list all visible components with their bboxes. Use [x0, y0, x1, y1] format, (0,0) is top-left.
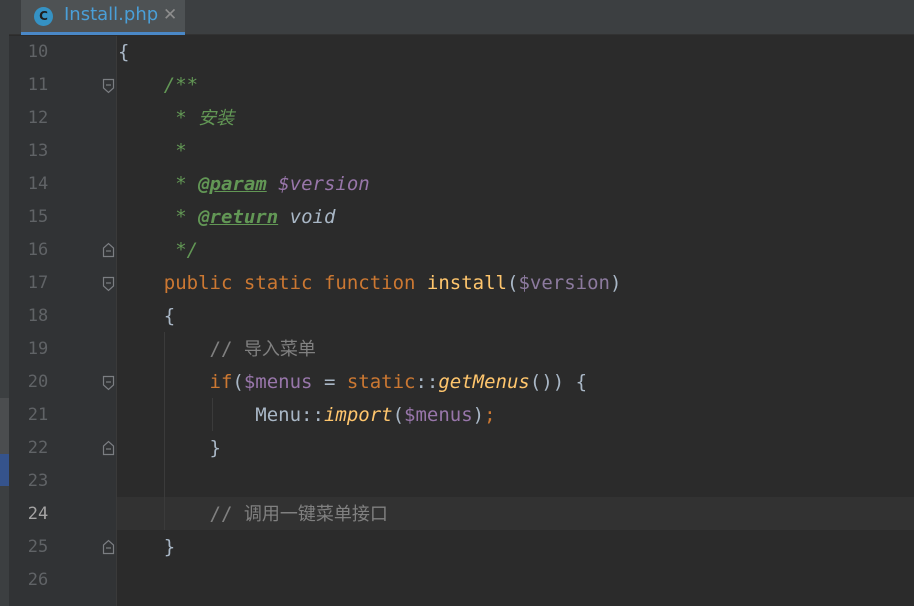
- variable-menus: $menus: [404, 404, 473, 426]
- line-number: 15: [27, 207, 49, 227]
- doc-comment-open: /**: [163, 74, 199, 96]
- code-line-19[interactable]: // 导入菜单: [118, 333, 316, 366]
- editor-tab-bar: C Install.php ✕: [9, 0, 914, 35]
- line-number: 14: [27, 174, 49, 194]
- doc-tag-return: @return: [198, 206, 279, 228]
- fold-end-icon[interactable]: [102, 539, 115, 555]
- php-class-file-icon: C: [34, 7, 53, 26]
- keyword-function: function: [323, 272, 416, 294]
- doc-star: *: [175, 206, 199, 228]
- left-tool-strip: [0, 0, 9, 606]
- tool-strip-marker: [0, 398, 9, 454]
- doc-comment-close: */: [175, 239, 199, 261]
- line-comment-marker: //: [209, 503, 244, 525]
- line-number: 26: [27, 570, 49, 590]
- keyword-if: if: [209, 371, 233, 393]
- doc-star: *: [175, 107, 199, 129]
- paren-open: (: [392, 404, 405, 426]
- paren-close: ): [609, 272, 622, 294]
- code-line-10[interactable]: {: [118, 36, 129, 69]
- code-line-21[interactable]: Menu::import($menus);: [118, 399, 496, 432]
- line-comment-text: 调用一键菜单接口: [243, 504, 388, 525]
- keyword-public: public: [163, 272, 233, 294]
- line-number: 22: [27, 438, 49, 458]
- paren-open: (: [232, 371, 244, 393]
- method-call: import: [323, 404, 393, 426]
- keyword-static: static: [346, 371, 416, 393]
- code-line-20[interactable]: if($menus = static::getMenus()) {: [118, 366, 588, 399]
- brace: {: [118, 41, 130, 63]
- class-name: Menu: [255, 404, 302, 426]
- variable-menus: $menus: [243, 371, 313, 393]
- code-line-11[interactable]: /**: [118, 69, 198, 102]
- assign-operator: =: [312, 371, 347, 393]
- line-number: 16: [27, 240, 49, 260]
- doc-tag-param: @param: [198, 173, 267, 195]
- doc-comment-text: 安装: [198, 108, 235, 129]
- code-line-14[interactable]: * @param $version: [118, 168, 370, 201]
- fold-end-icon[interactable]: [102, 440, 115, 456]
- code-line-15[interactable]: * @return void: [118, 201, 335, 234]
- code-line-22[interactable]: }: [118, 432, 221, 465]
- line-number: 23: [27, 471, 49, 491]
- line-number: 21: [27, 405, 49, 425]
- doc-star: *: [175, 140, 187, 162]
- line-number: 19: [27, 339, 49, 359]
- close-icon[interactable]: ✕: [163, 4, 177, 26]
- code-line-12[interactable]: * 安装: [118, 102, 234, 135]
- line-number: 25: [27, 537, 49, 557]
- parameter-variable: $version: [518, 272, 610, 294]
- fold-start-icon[interactable]: [102, 375, 115, 391]
- line-number: 11: [27, 75, 49, 95]
- line-number: 17: [27, 273, 49, 293]
- fold-start-icon[interactable]: [102, 78, 115, 94]
- function-name: install: [426, 272, 507, 294]
- code-line-24[interactable]: // 调用一键菜单接口: [118, 498, 388, 531]
- brace: {: [163, 305, 176, 327]
- semicolon: ;: [484, 404, 496, 426]
- tab-install-php[interactable]: C Install.php ✕: [21, 0, 185, 35]
- brace: }: [163, 536, 176, 558]
- scope-operator: ::: [301, 404, 324, 426]
- code-line-18[interactable]: {: [118, 300, 175, 333]
- line-number: 20: [27, 372, 49, 392]
- code-line-16[interactable]: */: [118, 234, 198, 267]
- fold-end-icon[interactable]: [102, 242, 115, 258]
- keyword-static: static: [243, 272, 313, 294]
- doc-param-variable: $version: [278, 173, 370, 195]
- line-number: 13: [27, 141, 49, 161]
- code-line-25[interactable]: }: [118, 531, 175, 564]
- paren-open: (: [507, 272, 519, 294]
- doc-star: *: [175, 173, 199, 195]
- line-number-current: 24: [27, 504, 49, 524]
- tab-file-name: Install.php: [64, 4, 159, 25]
- line-comment-text: 导入菜单: [243, 339, 316, 360]
- line-comment-marker: //: [209, 338, 244, 360]
- call-tail: ()) {: [529, 371, 588, 393]
- doc-return-type: void: [289, 206, 336, 228]
- code-line-17[interactable]: public static function install($version): [118, 267, 622, 300]
- brace: }: [209, 437, 221, 459]
- line-number: 10: [27, 42, 49, 62]
- code-line-13[interactable]: *: [118, 135, 187, 168]
- paren-close: ): [472, 404, 485, 426]
- line-number: 18: [27, 306, 49, 326]
- tool-strip-active-marker: [0, 454, 9, 486]
- line-number: 12: [27, 108, 49, 128]
- fold-start-icon[interactable]: [102, 276, 115, 292]
- scope-operator: ::: [415, 371, 439, 393]
- method-call: getMenus: [438, 371, 530, 393]
